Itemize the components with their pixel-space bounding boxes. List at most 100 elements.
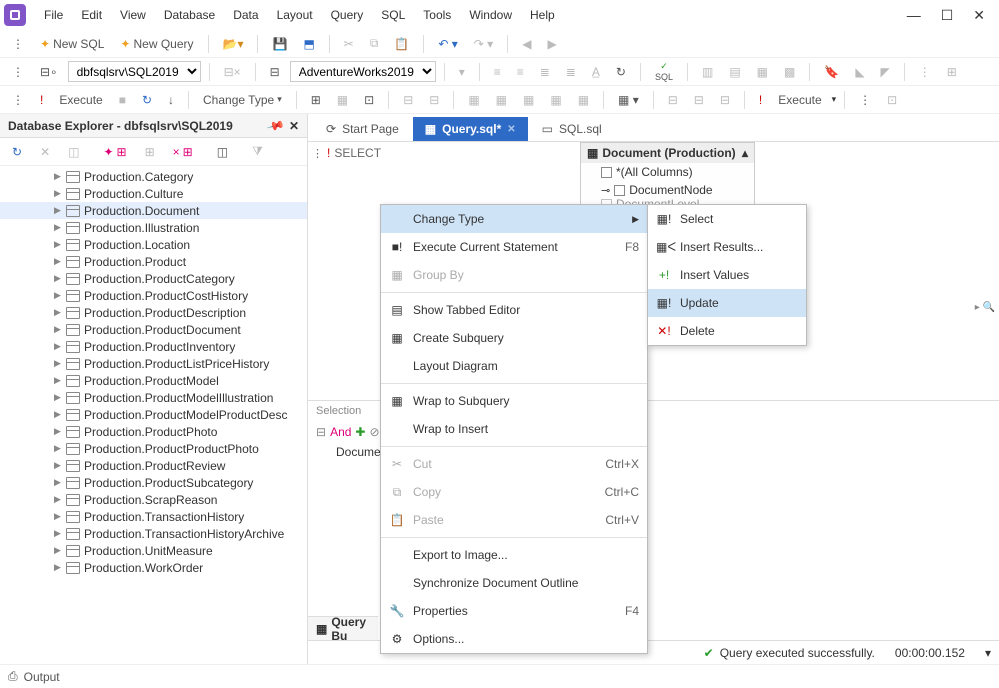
search-icon[interactable]: ▸ 🔍 xyxy=(975,302,995,313)
tab-start-page[interactable]: ⟳Start Page xyxy=(314,117,411,141)
tree-item[interactable]: ▶Production.ProductSubcategory xyxy=(0,474,307,491)
tree-item[interactable]: ▶Production.Culture xyxy=(0,185,307,202)
menu-help[interactable]: Help xyxy=(522,4,563,26)
tb-outdent-icon[interactable]: ≡ xyxy=(511,62,530,82)
sub-insert-results-[interactable]: ▦ᐸInsert Results... xyxy=(648,233,806,261)
query-builder-tab[interactable]: ▦ Query Bu xyxy=(308,616,378,640)
tree-item[interactable]: ▶Production.ProductCategory xyxy=(0,270,307,287)
object-tree[interactable]: ▶Production.Category▶Production.Culture ▶… xyxy=(0,166,307,664)
ctx-create-subquery[interactable]: ▦Create Subquery xyxy=(381,324,647,352)
tb-case-icon[interactable]: A̲ xyxy=(586,62,606,82)
ctx-export-to-image-[interactable]: Export to Image... xyxy=(381,541,647,569)
tree-item[interactable]: ▶Production.ProductCostHistory xyxy=(0,287,307,304)
cut-button[interactable]: ✂ xyxy=(338,34,360,54)
ctx-synchronize-document-outline[interactable]: Synchronize Document Outline xyxy=(381,569,647,597)
tree-btn1[interactable]: ✦⊞ xyxy=(97,142,132,162)
ctx-wrap-to-subquery[interactable]: ▦Wrap to Subquery xyxy=(381,387,647,415)
tb-g3[interactable]: ▦ xyxy=(751,62,774,82)
tb-c3[interactable]: ⊡ xyxy=(358,90,380,110)
doc-col-node[interactable]: ⊸DocumentNode xyxy=(581,181,754,199)
save-button[interactable]: 💾 xyxy=(266,34,293,54)
tree-item[interactable]: ▶Production.TransactionHistory xyxy=(0,508,307,525)
menu-sql[interactable]: SQL xyxy=(373,4,413,26)
doc-col-all[interactable]: *(All Columns) xyxy=(581,163,754,181)
tb-comment-icon[interactable]: ≣ xyxy=(534,62,556,82)
nav-back-button[interactable]: ◀ xyxy=(516,34,537,54)
tb-g4[interactable]: ▩ xyxy=(778,62,801,82)
ctx-change-type[interactable]: Change Type▶ xyxy=(381,205,647,233)
sub-select[interactable]: ▦!Select xyxy=(648,205,806,233)
tb-f2[interactable]: ⊟ xyxy=(688,90,710,110)
nav-fwd-button[interactable]: ▶ xyxy=(541,34,562,54)
tab-query[interactable]: ▦Query.sql*✕ xyxy=(413,117,528,141)
tree-item[interactable]: ▶Production.Location xyxy=(0,236,307,253)
tb-c1[interactable]: ⊞ xyxy=(305,90,327,110)
close-tab-icon[interactable]: ✕ xyxy=(507,124,515,135)
tree-item[interactable]: ▶Production.ProductModel xyxy=(0,372,307,389)
tb-g1[interactable]: ▥ xyxy=(696,62,719,82)
tree-item[interactable]: ▶Production.Category xyxy=(0,168,307,185)
tb-h2[interactable]: ⊞ xyxy=(941,62,963,82)
tree-item[interactable]: ▶Production.Illustration xyxy=(0,219,307,236)
tree-item[interactable]: ▶Production.ProductModelProductDesc xyxy=(0,406,307,423)
copy-button[interactable]: ⧉ xyxy=(364,33,385,54)
sub-update[interactable]: ▦!Update xyxy=(648,289,806,317)
pin-icon[interactable]: 📌 xyxy=(265,116,285,136)
tb-g2[interactable]: ▤ xyxy=(723,62,746,82)
stop-button[interactable]: ■ xyxy=(113,90,132,110)
change-type-button[interactable]: Change Type ▾ xyxy=(197,90,288,110)
menu-query[interactable]: Query xyxy=(323,4,372,26)
open-button[interactable]: 📂▾ xyxy=(217,34,250,54)
refresh-icon[interactable]: ↻ xyxy=(610,62,632,82)
execute2-button[interactable]: ! xyxy=(753,90,768,110)
sql-check-button[interactable]: ✓SQL xyxy=(649,59,679,84)
panel-close-icon[interactable]: ✕ xyxy=(289,119,299,133)
menu-view[interactable]: View xyxy=(112,4,154,26)
tb-indent-icon[interactable]: ≡ xyxy=(488,62,507,82)
ctx-wrap-to-insert[interactable]: Wrap to Insert xyxy=(381,415,647,443)
tree-item[interactable]: ▶Production.ProductPhoto xyxy=(0,423,307,440)
tree-item[interactable]: ▶Production.ProductDocument xyxy=(0,321,307,338)
tree-item[interactable]: ▶Production.WorkOrder xyxy=(0,559,307,576)
tb-d2[interactable]: ⊟ xyxy=(423,90,445,110)
tree-close-button[interactable]: ✕ xyxy=(34,142,56,162)
tb-f1[interactable]: ⊟ xyxy=(662,90,684,110)
tree-item[interactable]: ▶Production.UnitMeasure xyxy=(0,542,307,559)
execute-button[interactable]: ! xyxy=(34,90,49,110)
tb-e5[interactable]: ▦ xyxy=(572,90,595,110)
tree-window-button[interactable]: ◫ xyxy=(62,142,85,162)
execute2-label[interactable]: Execute xyxy=(772,90,827,110)
server-combo[interactable]: dbfsqlsrv\SQL2019 xyxy=(68,61,201,82)
tb-d1[interactable]: ⊟ xyxy=(397,90,419,110)
tb-e3[interactable]: ▦ xyxy=(517,90,540,110)
execute-label[interactable]: Execute xyxy=(53,90,108,110)
tb-e1[interactable]: ▦ xyxy=(462,90,485,110)
status-dropdown-icon[interactable]: ▾ xyxy=(985,646,991,660)
tb-e2[interactable]: ▦ xyxy=(490,90,513,110)
tree-item[interactable]: ▶Production.ScrapReason xyxy=(0,491,307,508)
menu-tools[interactable]: Tools xyxy=(415,4,459,26)
new-sql-button[interactable]: ✦New SQL xyxy=(34,34,110,54)
menu-file[interactable]: File xyxy=(36,4,71,26)
menu-data[interactable]: Data xyxy=(225,4,266,26)
tb-f3[interactable]: ⊟ xyxy=(714,90,736,110)
tb-c2[interactable]: ▦ xyxy=(331,90,354,110)
sub-delete[interactable]: ✕!Delete xyxy=(648,317,806,345)
tree-item[interactable]: ▶Production.ProductProductPhoto xyxy=(0,440,307,457)
new-query-button[interactable]: ✦New Query xyxy=(114,34,199,54)
tree-btn3[interactable]: ×⊞ xyxy=(167,142,199,162)
sub-insert-values[interactable]: +!Insert Values xyxy=(648,261,806,289)
bookmark-icon[interactable]: 🔖 xyxy=(818,62,845,82)
grid-button[interactable]: ▦ ▾ xyxy=(612,90,645,110)
db-combo[interactable]: AdventureWorks2019 xyxy=(290,61,436,82)
paste-button[interactable]: 📋 xyxy=(388,34,415,54)
doc-panel-header[interactable]: ▦ Document (Production)▴ xyxy=(581,143,754,163)
ctx-layout-diagram[interactable]: Layout Diagram xyxy=(381,352,647,380)
refresh-tree-button[interactable]: ↻ xyxy=(6,142,28,162)
disconnect-icon[interactable]: ⊟× xyxy=(218,62,247,82)
tree-item[interactable]: ▶Production.ProductReview xyxy=(0,457,307,474)
tb-h1[interactable]: ⋮ xyxy=(913,62,937,82)
tree-item[interactable]: ▶Production.ProductModelIllustration xyxy=(0,389,307,406)
output-bar[interactable]: ⎙ Output xyxy=(0,664,999,688)
bookmark-prev-icon[interactable]: ◤ xyxy=(875,62,896,82)
